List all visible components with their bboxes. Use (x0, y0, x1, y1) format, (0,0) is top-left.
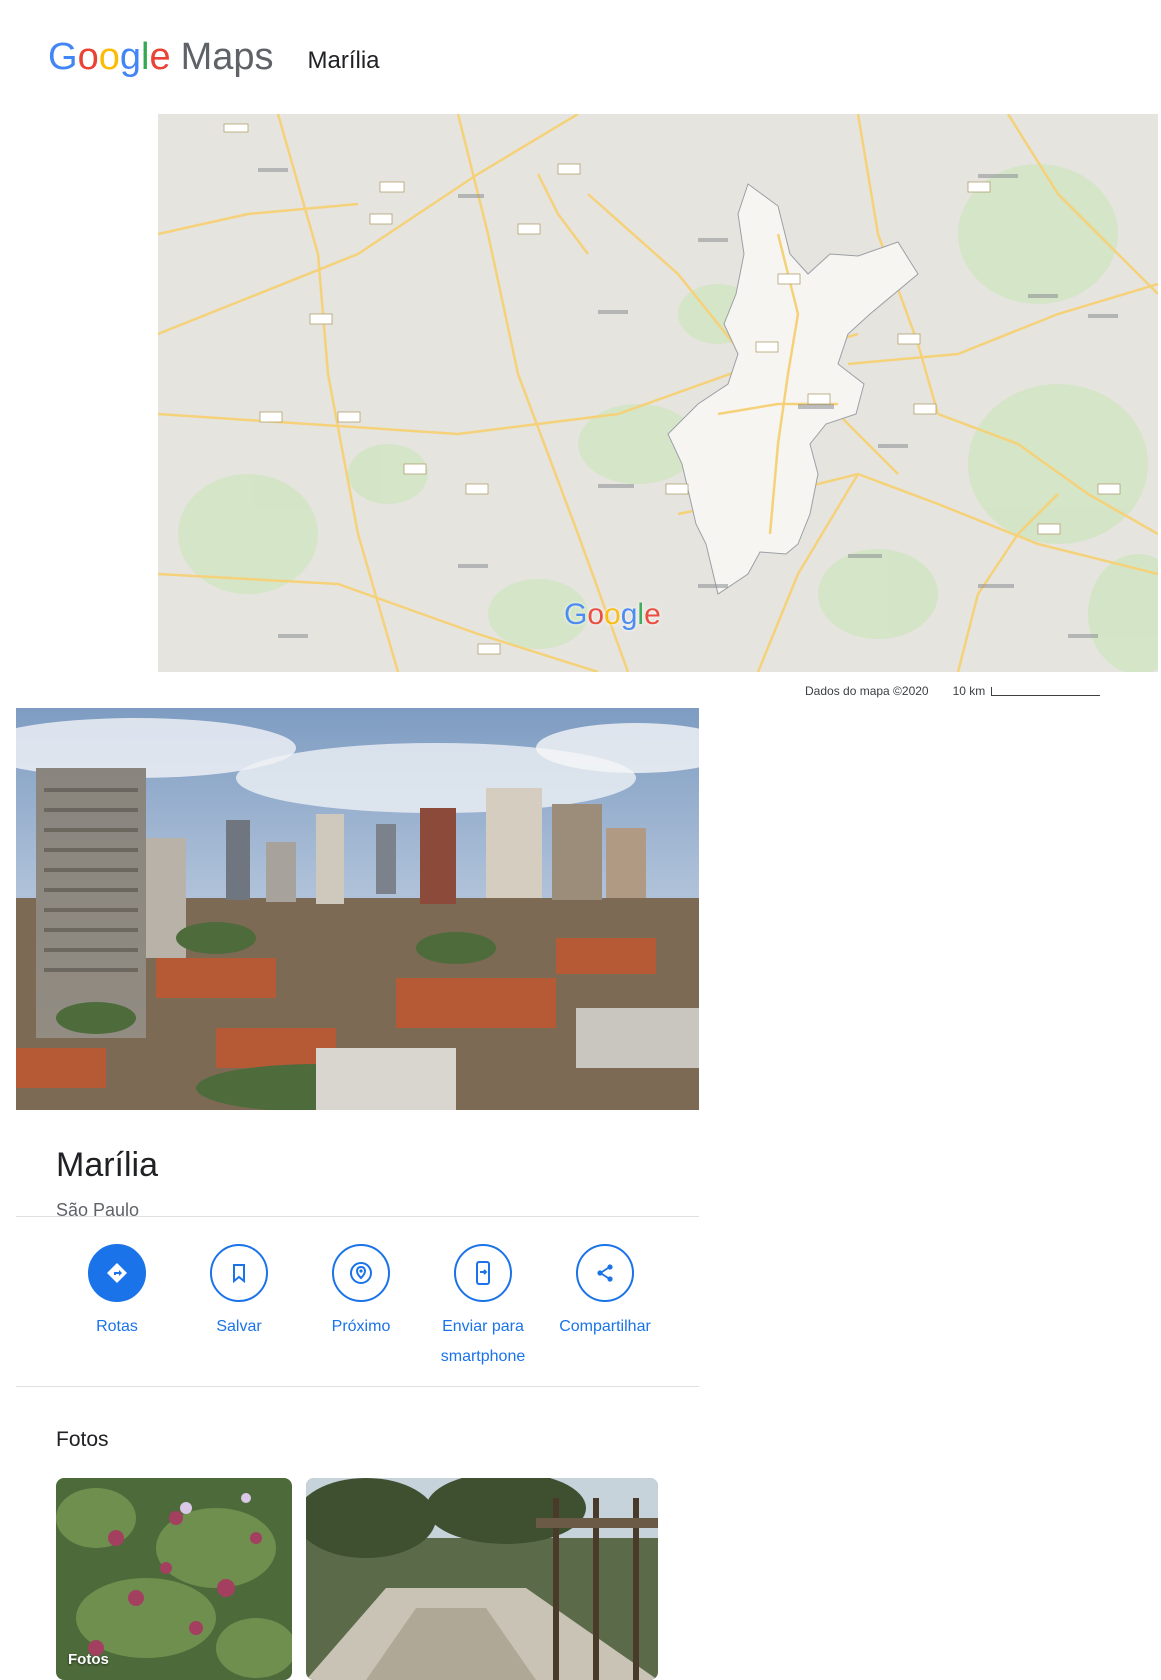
bookmark-icon (210, 1244, 268, 1302)
photos-strip: Fotos (56, 1478, 658, 1680)
photo-thumbnail-flowers[interactable]: Fotos (56, 1478, 292, 1680)
place-photo[interactable] (16, 708, 699, 1110)
map-scale[interactable]: 10 km (953, 684, 1101, 698)
map-canvas[interactable]: Google (158, 114, 1158, 672)
map-attribution: Dados do mapa ©2020 10 km (805, 684, 1101, 698)
scale-label: 10 km (952, 684, 986, 698)
city-skyline-image (16, 708, 699, 1110)
logo-letter: e (149, 36, 171, 78)
divider (16, 1216, 699, 1217)
logo-letter: o (98, 36, 120, 78)
logo-letter: G (48, 36, 78, 78)
photo-label: Fotos (68, 1651, 109, 1668)
send-to-phone-button[interactable]: Enviar para smartphone (422, 1244, 544, 1372)
photo-thumbnail-park[interactable] (306, 1478, 658, 1680)
send-to-phone-label: Enviar para smartphone (440, 1318, 526, 1365)
save-label: Salvar (216, 1318, 262, 1335)
place-title: Marília (56, 1146, 159, 1184)
google-watermark: Google (564, 598, 661, 632)
directions-button[interactable]: Rotas (56, 1244, 178, 1372)
logo-letter: o (77, 36, 99, 78)
watermark-letter: e (644, 598, 661, 631)
save-button[interactable]: Salvar (178, 1244, 300, 1372)
nearby-icon (332, 1244, 390, 1302)
share-button[interactable]: Compartilhar (544, 1244, 666, 1372)
action-bar: Rotas Salvar Próximo Enviar para smartph… (56, 1244, 676, 1372)
map-data-credit[interactable]: Dados do mapa ©2020 (805, 684, 929, 698)
send-to-phone-icon (454, 1244, 512, 1302)
park-path-image (306, 1478, 658, 1680)
nearby-button[interactable]: Próximo (300, 1244, 422, 1372)
watermark-letter: G (564, 598, 588, 631)
divider (16, 1386, 699, 1387)
nearby-label: Próximo (331, 1318, 391, 1335)
directions-label: Rotas (96, 1318, 138, 1335)
directions-icon (88, 1244, 146, 1302)
google-maps-logo[interactable]: Google Maps (48, 38, 274, 76)
flowers-image (56, 1478, 292, 1680)
logo-product: Maps (180, 36, 274, 78)
share-label: Compartilhar (559, 1318, 651, 1335)
share-icon (576, 1244, 634, 1302)
map-graphic (158, 114, 1158, 672)
scale-bar (991, 686, 1101, 696)
watermark-letter: o (604, 598, 621, 631)
place-region: São Paulo (56, 1200, 140, 1220)
watermark-letter: g (620, 598, 638, 631)
watermark-letter: o (587, 598, 605, 631)
photos-section-title: Fotos (56, 1428, 109, 1451)
logo-letter: g (119, 36, 141, 78)
page: Google Maps Marília Google Dados do mapa… (0, 0, 1161, 1680)
header-place-name: Marília (307, 47, 380, 74)
header: Google Maps Marília (48, 38, 380, 76)
